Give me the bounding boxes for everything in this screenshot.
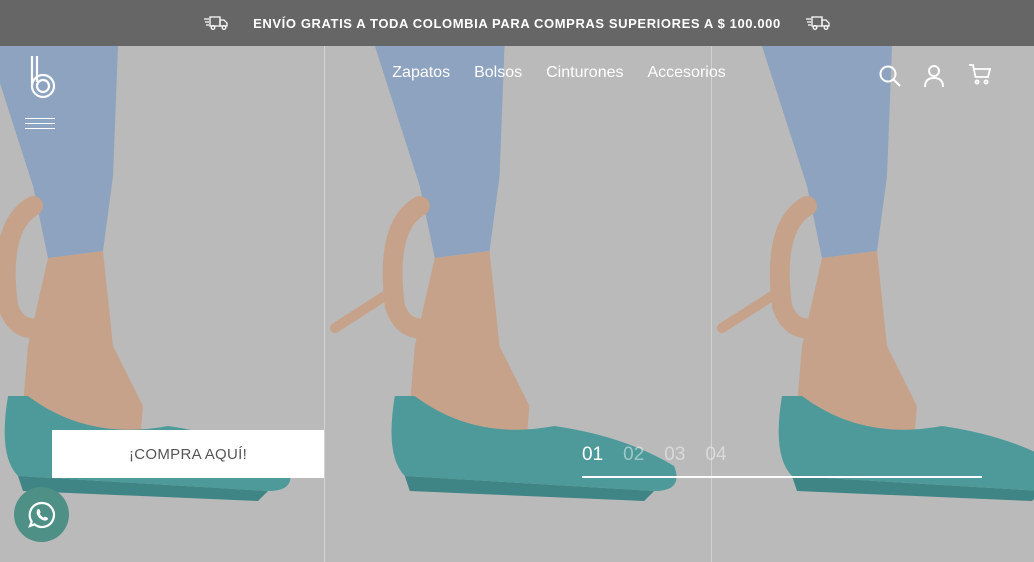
nav-item-cinturones[interactable]: Cinturones (546, 64, 623, 82)
panel-divider (711, 46, 712, 562)
nav-item-bolsos[interactable]: Bolsos (474, 64, 522, 82)
truck-icon (805, 16, 830, 30)
hero-photo (325, 46, 712, 562)
hero-photo (712, 46, 1034, 562)
nav-item-zapatos[interactable]: Zapatos (392, 64, 450, 82)
shop-now-button[interactable]: ¡COMPRA AQUÍ! (52, 430, 324, 478)
announcement-bar: ENVÍO GRATIS A TODA COLOMBIA PARA COMPRA… (0, 0, 1034, 46)
announcement-text: ENVÍO GRATIS A TODA COLOMBIA PARA COMPRA… (253, 15, 781, 31)
cart-icon[interactable] (968, 62, 992, 86)
truck-icon (204, 16, 228, 30)
slide-dot-03[interactable]: 03 (664, 444, 685, 466)
hero-banner (0, 46, 1034, 562)
slide-progress-line (582, 476, 982, 478)
slide-pager: 01 02 03 04 (582, 444, 727, 466)
search-icon[interactable] (878, 64, 902, 88)
whatsapp-icon (27, 501, 55, 528)
slide-dot-01[interactable]: 01 (582, 444, 603, 466)
panel-divider (324, 46, 325, 562)
nav-item-accesorios[interactable]: Accesorios (647, 64, 725, 82)
menu-icon[interactable] (25, 118, 55, 134)
slide-dot-04[interactable]: 04 (705, 444, 726, 466)
slide-dot-02[interactable]: 02 (623, 444, 644, 466)
whatsapp-button[interactable] (14, 487, 69, 542)
user-icon[interactable] (922, 64, 946, 88)
